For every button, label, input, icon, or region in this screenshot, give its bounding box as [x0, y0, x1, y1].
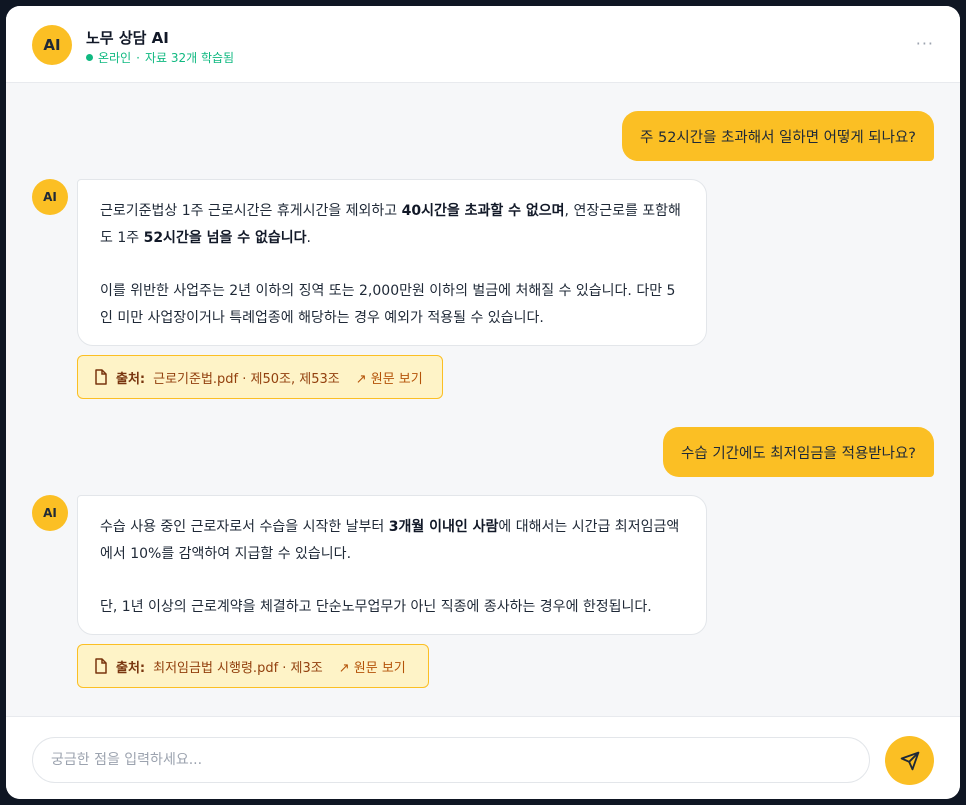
status-detail: 자료 32개 학습됨: [144, 51, 235, 65]
ai-message: 근로기준법상 1주 근로시간은 휴게시간을 제외하고 40시간을 초과할 수 없…: [77, 179, 707, 346]
ai-avatar: AI: [32, 495, 68, 531]
online-dot-icon: [86, 54, 93, 61]
status-line: 온라인 · 자료 32개 학습됨: [86, 49, 234, 66]
view-original-link[interactable]: ↗ 원문 보기: [356, 368, 423, 387]
message-input[interactable]: [32, 737, 870, 783]
ai-paragraph: 근로기준법상 1주 근로시간은 휴게시간을 제외하고 40시간을 초과할 수 없…: [100, 203, 681, 246]
ai-message: 수습 사용 중인 근로자로서 수습을 시작한 날부터 3개월 이내인 사람에 대…: [77, 495, 707, 635]
source-citation: 출처: 최저임금법 시행령.pdf · 제3조 ↗ 원문 보기: [77, 644, 429, 688]
ai-paragraph: 단, 1년 이상의 근로계약을 체결하고 단순노무업무가 아닌 직종에 종사하는…: [100, 599, 652, 615]
source-file: 근로기준법.pdf · 제50조, 제53조: [153, 371, 340, 387]
source-citation: 출처: 근로기준법.pdf · 제50조, 제53조 ↗ 원문 보기: [77, 355, 443, 399]
source-label: 출처:: [116, 371, 146, 387]
chat-window: AI 노무 상담 AI 온라인 · 자료 32개 학습됨 ··· 주 52시간을…: [6, 6, 960, 799]
bot-avatar: AI: [32, 25, 72, 65]
status-online: 온라인: [98, 51, 132, 65]
send-icon: [900, 751, 919, 770]
chat-header: AI 노무 상담 AI 온라인 · 자료 32개 학습됨 ···: [6, 6, 960, 83]
ai-paragraph: 이를 위반한 사업주는 2년 이하의 징역 또는 2,000만원 이하의 벌금에…: [100, 283, 676, 326]
document-icon: [95, 658, 107, 674]
source-label: 출처:: [116, 660, 146, 676]
view-original-link[interactable]: ↗ 원문 보기: [339, 657, 406, 676]
composer-bar: [6, 716, 960, 799]
chat-title: 노무 상담 AI: [86, 29, 169, 47]
more-menu-button[interactable]: ···: [916, 34, 934, 53]
source-file: 최저임금법 시행령.pdf · 제3조: [153, 660, 323, 676]
status-separator: ·: [136, 50, 140, 65]
user-message: 주 52시간을 초과해서 일하면 어떻게 되나요?: [622, 111, 934, 161]
ai-paragraph: 수습 사용 중인 근로자로서 수습을 시작한 날부터 3개월 이내인 사람에 대…: [100, 519, 680, 562]
send-button[interactable]: [885, 736, 934, 785]
user-message: 수습 기간에도 최저임금을 적용받나요?: [663, 427, 934, 477]
document-icon: [95, 369, 107, 385]
ai-avatar: AI: [32, 179, 68, 215]
